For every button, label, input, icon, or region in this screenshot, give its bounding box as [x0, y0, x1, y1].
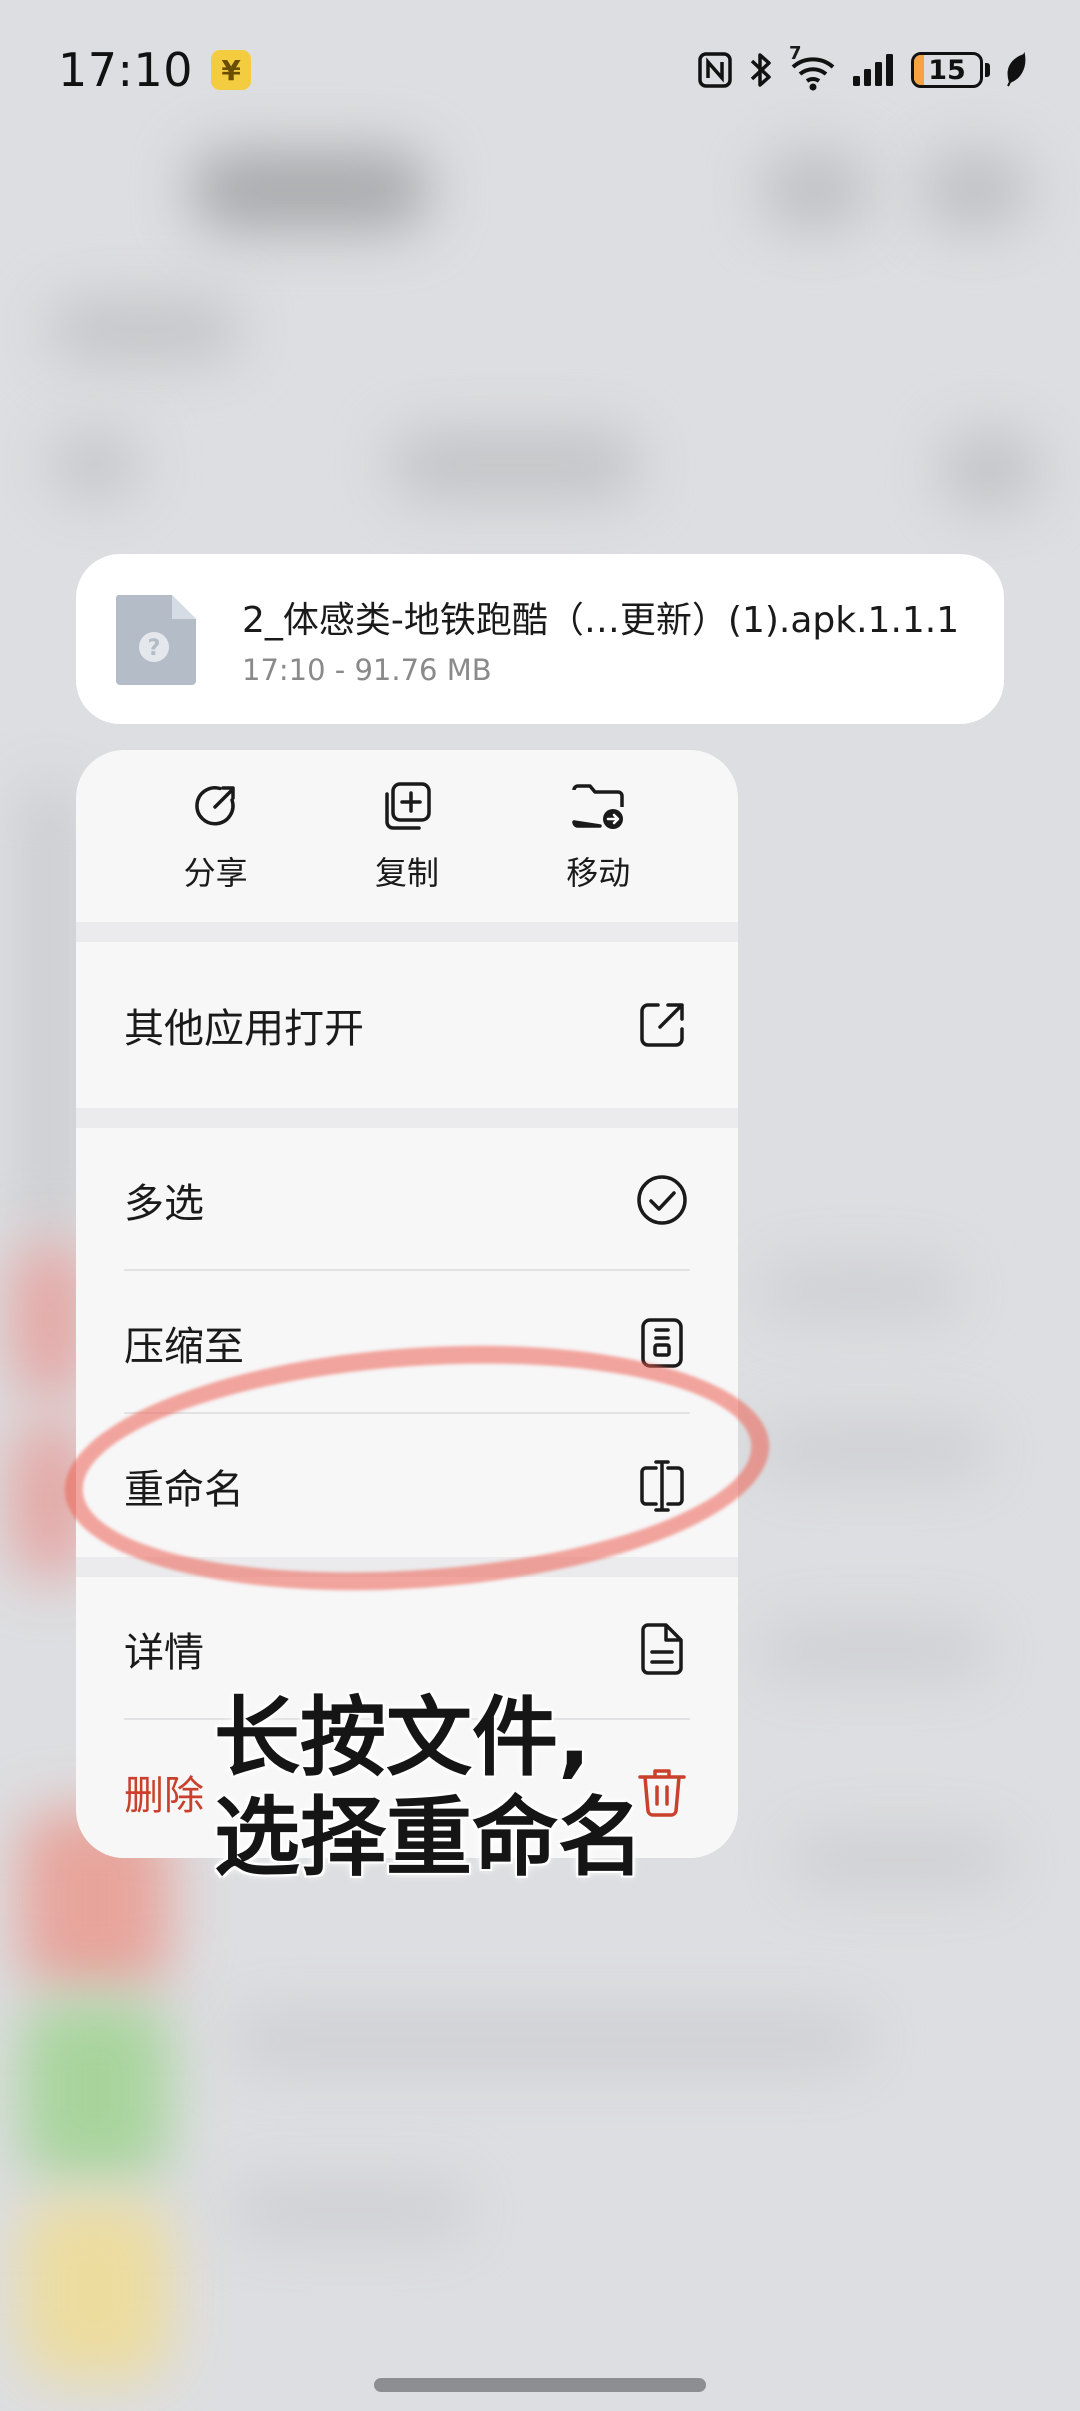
multi-select-label: 多选 — [124, 1180, 204, 1227]
delete-label: 删除 — [124, 1772, 204, 1819]
status-bar: 17:10 ¥ 7 15 — [0, 0, 1080, 140]
caption-line-1: 长按文件, — [214, 1688, 591, 1788]
payment-app-icon: ¥ — [211, 50, 252, 90]
move-label: 移动 — [566, 854, 631, 892]
quick-actions-row: 分享 复制 移动 — [76, 750, 738, 922]
copy-button[interactable]: 复制 — [337, 778, 477, 894]
external-open-icon — [640, 1003, 684, 1047]
file-meta: 17:10 - 91.76 MB — [242, 653, 492, 687]
bluetooth-icon — [750, 53, 771, 87]
move-folder-icon — [572, 784, 625, 829]
home-indicator[interactable] — [374, 2378, 706, 2392]
share-icon — [194, 786, 235, 826]
power-saving-leaf-icon — [1007, 52, 1026, 87]
selected-file-card: ? 2_体感类-地铁跑酷（…更新）(1).apk.1.1.1 17:10 - 9… — [76, 554, 1004, 724]
share-label: 分享 — [183, 854, 248, 892]
tutorial-caption: 长按文件, 选择重命名 — [214, 1688, 674, 1888]
battery-fill — [914, 55, 924, 85]
caption-line-2: 选择重命名 — [214, 1788, 644, 1888]
details-label: 详情 — [124, 1629, 204, 1676]
cellular-signal-icon — [853, 54, 893, 86]
compress-label: 压缩至 — [124, 1323, 244, 1370]
menu-separator — [76, 922, 738, 942]
battery-tip — [985, 63, 990, 77]
copy-icon — [385, 782, 431, 830]
signal-label: 7 — [789, 43, 802, 64]
check-circle-icon — [637, 1174, 687, 1225]
open-with-label: 其他应用打开 — [124, 1006, 364, 1052]
battery-level: 15 — [928, 54, 966, 86]
copy-label: 复制 — [374, 854, 439, 892]
share-button[interactable]: 分享 — [146, 778, 286, 894]
menu-separator — [76, 1108, 738, 1128]
open-with-other-app-item[interactable]: 其他应用打开 — [76, 942, 738, 1108]
apk-file-icon: ? — [115, 595, 196, 685]
battery-indicator: 15 — [911, 52, 983, 88]
multi-select-item[interactable]: 多选 — [76, 1128, 738, 1271]
svg-text:?: ? — [148, 636, 161, 661]
file-name: 2_体感类-地铁跑酷（…更新）(1).apk.1.1.1 — [242, 600, 960, 641]
nfc-icon — [698, 52, 732, 88]
move-button[interactable]: 移动 — [528, 778, 668, 894]
status-time: 17:10 — [58, 43, 194, 97]
document-details-icon — [641, 1622, 683, 1675]
